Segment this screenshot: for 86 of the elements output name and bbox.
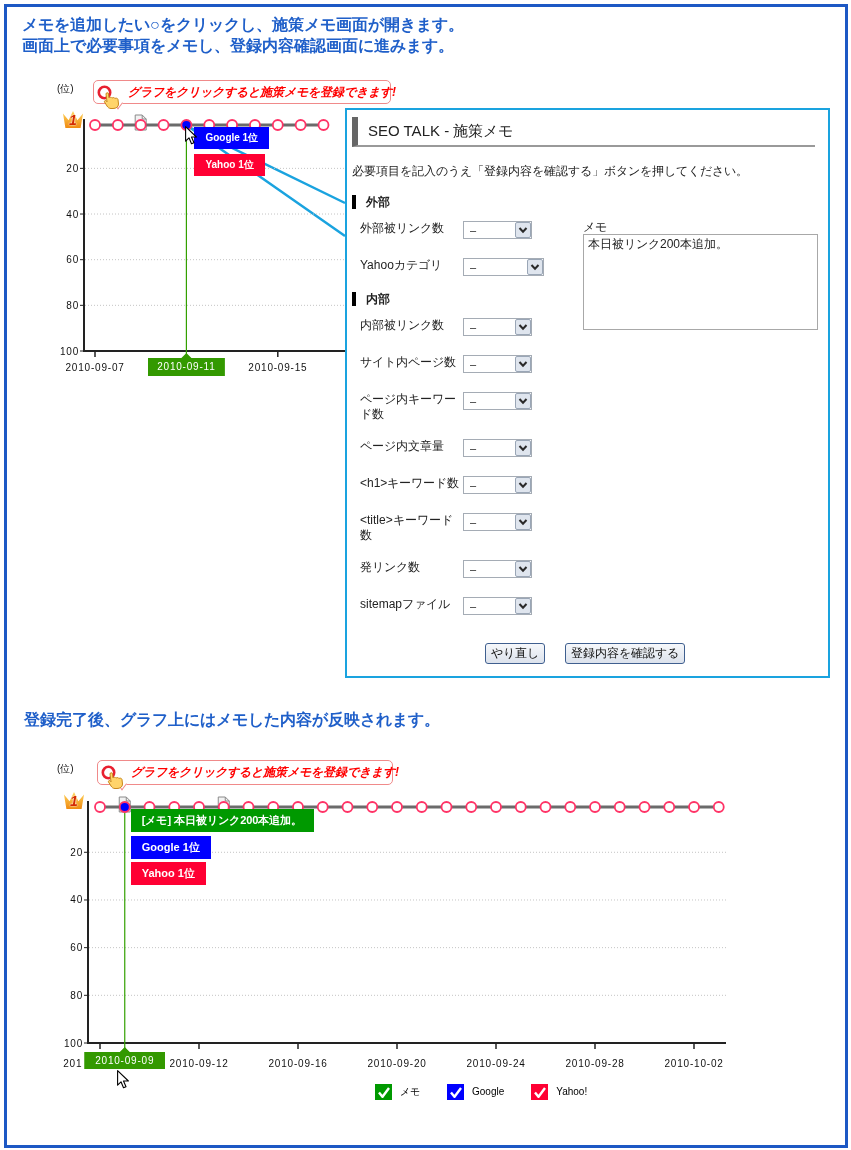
x-axis-label: 2010-09-12 bbox=[169, 1058, 229, 1069]
legend-checkbox[interactable] bbox=[447, 1084, 464, 1100]
check-icon bbox=[533, 1086, 546, 1098]
dropdown[interactable]: – bbox=[463, 355, 532, 373]
field-label: サイト内ページ数 bbox=[360, 355, 457, 370]
field-label: <title>キーワード数 bbox=[360, 513, 454, 543]
dropdown[interactable]: – bbox=[463, 258, 544, 276]
point-tooltip: Yahoo 1位 bbox=[194, 154, 265, 176]
x-axis-label: 201 bbox=[63, 1058, 83, 1069]
chevron-down-icon bbox=[515, 598, 531, 614]
field-label: Yahooカテゴリ bbox=[360, 258, 443, 273]
click-hand-icon bbox=[97, 85, 121, 109]
field-label: ページ内キーワード数 bbox=[360, 392, 457, 422]
x-axis-label: 2010-09-15 bbox=[248, 362, 308, 373]
section-heading: 外部 bbox=[352, 195, 390, 209]
field-label: メモ bbox=[583, 221, 607, 234]
dialog-title: SEO TALK - 施策メモ bbox=[352, 117, 815, 147]
field-label: 外部被リンク数 bbox=[360, 221, 445, 236]
dropdown[interactable]: – bbox=[463, 597, 532, 615]
axis-unit-label: (位) bbox=[57, 763, 74, 774]
dropdown[interactable]: – bbox=[463, 221, 532, 239]
check-icon bbox=[449, 1086, 462, 1098]
instruction-text: 登録完了後、グラフ上にはメモした内容が反映されます。 bbox=[24, 710, 440, 730]
y-axis-label: 100 bbox=[63, 1037, 83, 1049]
dropdown[interactable]: – bbox=[463, 560, 532, 578]
y-axis-label: 80 bbox=[70, 989, 83, 1001]
dropdown[interactable]: – bbox=[463, 392, 532, 410]
chevron-down-icon bbox=[515, 222, 531, 238]
x-axis-label: 2010-09-07 bbox=[65, 362, 125, 373]
x-axis-label: 2010-09-20 bbox=[367, 1058, 427, 1069]
y-axis-label: 20 bbox=[66, 162, 79, 174]
point-tooltip: Google 1位 bbox=[130, 835, 211, 859]
instruction-text: 画面上で必要事項をメモし、登録内容確認画面に進みます。 bbox=[22, 36, 454, 56]
hint-text: グラフをクリックすると施策メモを登録できます! bbox=[128, 84, 396, 101]
dropdown[interactable]: – bbox=[463, 439, 532, 457]
field-label: 内部被リンク数 bbox=[360, 318, 445, 333]
legend-label: Google bbox=[472, 1085, 505, 1099]
confirm-button[interactable]: 登録内容を確認する bbox=[565, 643, 685, 664]
y-axis-label: 40 bbox=[66, 208, 79, 220]
chevron-down-icon bbox=[515, 319, 531, 335]
field-label: sitemapファイル bbox=[360, 597, 452, 612]
legend-checkbox[interactable] bbox=[375, 1084, 392, 1100]
memo-textarea[interactable]: 本日被リンク200本追加。 bbox=[583, 234, 818, 330]
chevron-down-icon bbox=[515, 356, 531, 372]
chevron-down-icon bbox=[515, 440, 531, 456]
chevron-down-icon bbox=[515, 477, 531, 493]
chevron-down-icon bbox=[515, 514, 531, 530]
y-axis-label: 80 bbox=[66, 299, 79, 311]
y-axis-label: 100 bbox=[59, 345, 79, 357]
reset-button[interactable]: やり直し bbox=[485, 643, 545, 664]
selected-date-label: 2010-09-09 bbox=[84, 1047, 166, 1069]
y-axis-label: 60 bbox=[70, 942, 83, 954]
point-tooltip: Yahoo 1位 bbox=[130, 862, 206, 885]
legend-checkbox[interactable] bbox=[531, 1084, 549, 1100]
y-axis-label: 60 bbox=[66, 254, 79, 266]
x-axis-label: 2010-09-24 bbox=[466, 1058, 526, 1069]
rank-badge: 1 bbox=[63, 111, 83, 128]
field-label: 発リンク数 bbox=[360, 560, 421, 575]
field-label: <h1>キーワード数 bbox=[360, 476, 461, 491]
hint-text: グラフをクリックすると施策メモを登録できます! bbox=[131, 764, 399, 781]
legend-label: メモ bbox=[400, 1085, 420, 1099]
legend-label: Yahoo! bbox=[556, 1085, 588, 1099]
instruction-text: メモを追加したい○をクリックし、施策メモ画面が開きます。 bbox=[22, 15, 464, 35]
section-heading: 内部 bbox=[352, 292, 390, 306]
x-axis-label: 2010-09-16 bbox=[268, 1058, 328, 1069]
dropdown[interactable]: – bbox=[463, 513, 532, 531]
chevron-down-icon bbox=[527, 259, 543, 275]
dropdown[interactable]: – bbox=[463, 476, 532, 494]
chevron-down-icon bbox=[515, 561, 531, 577]
field-label: ページ内文章量 bbox=[360, 439, 445, 454]
check-icon bbox=[377, 1086, 390, 1098]
y-axis-label: 40 bbox=[70, 894, 83, 906]
x-axis-label: 2010-10-02 bbox=[664, 1058, 724, 1069]
dropdown[interactable]: – bbox=[463, 318, 532, 336]
x-axis-label: 2010-09-28 bbox=[565, 1058, 625, 1069]
rank-badge: 1 bbox=[64, 792, 84, 809]
click-hand-icon bbox=[101, 765, 125, 789]
cursor-icon bbox=[185, 126, 198, 145]
chevron-down-icon bbox=[515, 393, 531, 409]
point-tooltip: Google 1位 bbox=[194, 127, 270, 149]
cursor-icon bbox=[116, 1070, 129, 1089]
selected-date-label: 2010-09-11 bbox=[147, 353, 225, 376]
y-axis-label: 20 bbox=[70, 846, 83, 858]
axis-unit-label: (位) bbox=[57, 83, 74, 94]
point-tooltip: [メモ] 本日被リンク200本追加。 bbox=[130, 809, 314, 832]
instruction-text: 必要項目を記入のうえ「登録内容を確認する」ボタンを押してください。 bbox=[352, 164, 748, 179]
